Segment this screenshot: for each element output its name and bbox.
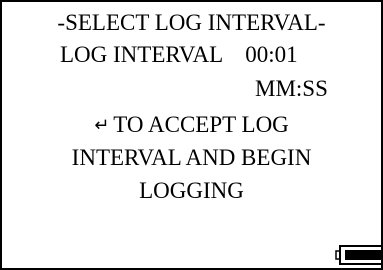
instruction-line-3: LOGGING [139, 178, 244, 203]
enter-key-icon: ↵ [94, 115, 110, 136]
log-interval-value: 00:01 [245, 42, 298, 67]
log-interval-row: LOG INTERVAL 00:01 [60, 41, 298, 68]
instruction-line-2: INTERVAL AND BEGIN [71, 145, 312, 170]
log-interval-label: LOG INTERVAL [60, 42, 224, 67]
screen-title: -SELECT LOG INTERVAL- [57, 10, 326, 35]
instruction-text-1: TO ACCEPT LOG [113, 112, 289, 137]
battery-icon [335, 245, 383, 265]
battery-fill [345, 250, 383, 260]
instruction-line-1: ↵ TO ACCEPT LOG [2, 111, 381, 139]
device-display: -SELECT LOG INTERVAL- LOG INTERVAL 00:01 … [0, 0, 383, 270]
interval-units: MM:SS [255, 76, 328, 101]
